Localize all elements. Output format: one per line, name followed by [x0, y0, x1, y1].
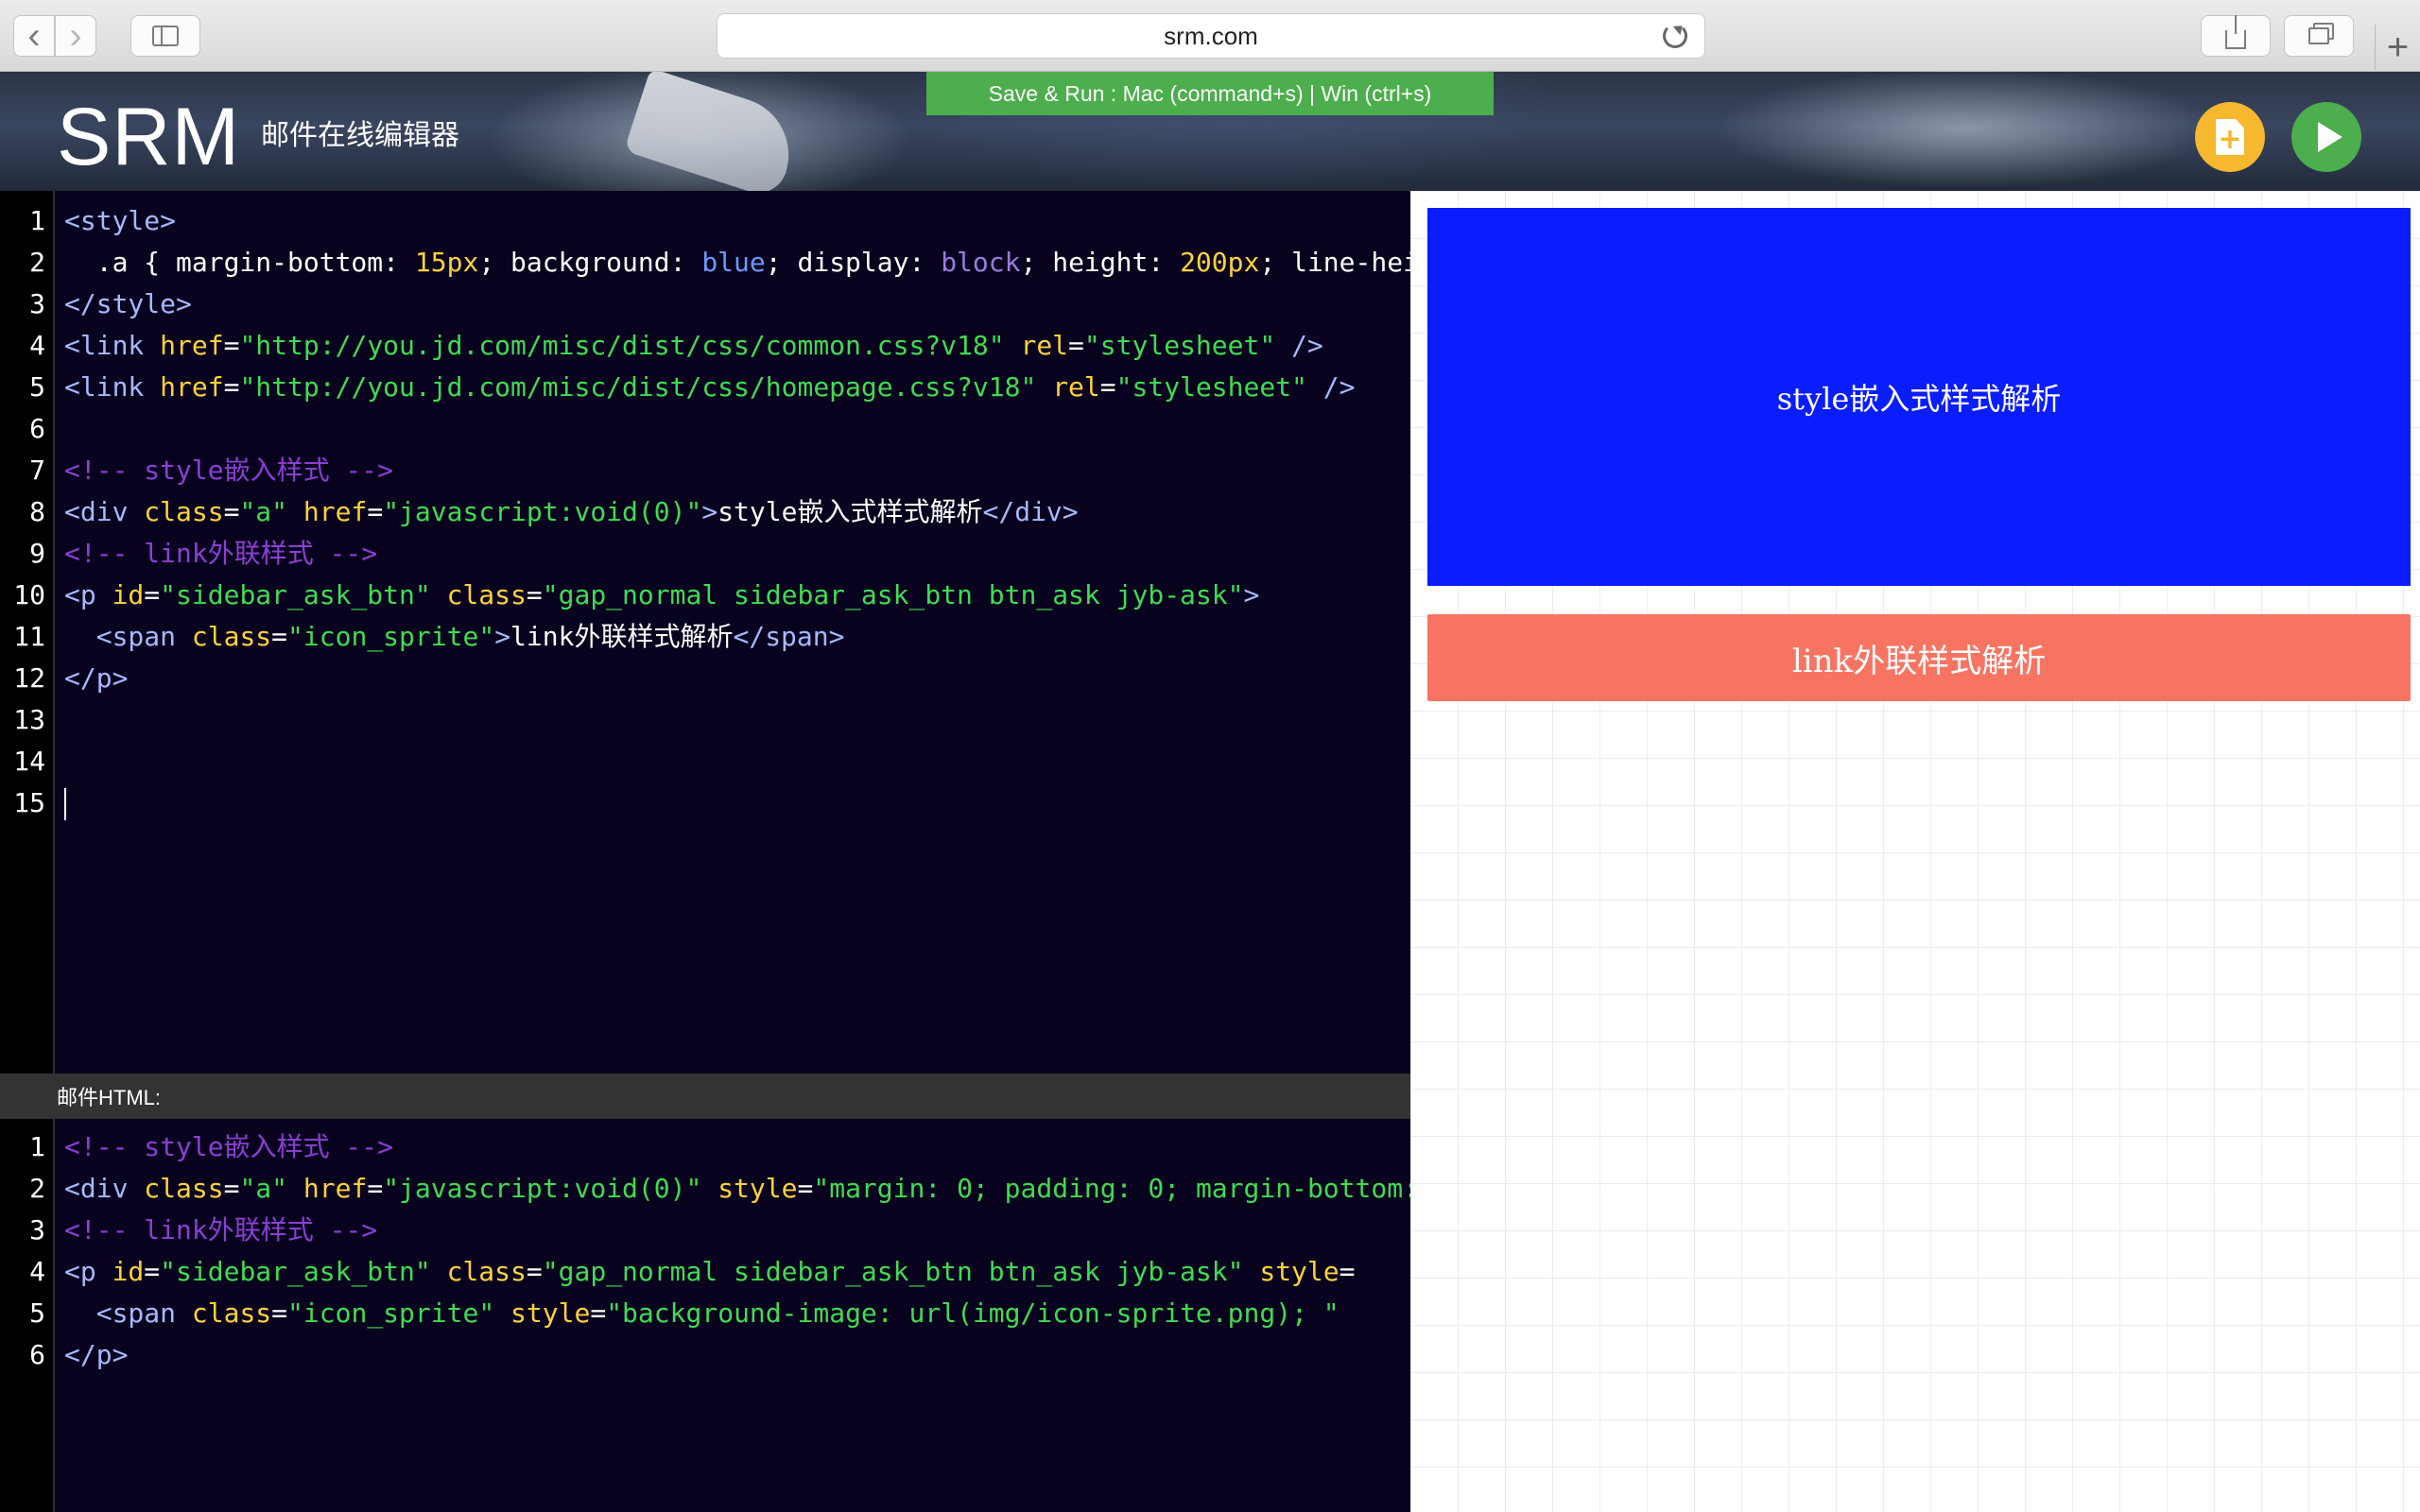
code-text: <span class="icon_sprite">link外联样式解析</sp…	[95, 621, 845, 652]
code-text: <style>	[64, 205, 177, 236]
line-number: 5	[29, 1297, 45, 1329]
address-bar[interactable]: srm.com	[717, 13, 1705, 59]
line-number: 1	[29, 205, 45, 236]
source-code-line: 12 </p>	[0, 658, 128, 699]
line-number: 2	[29, 1173, 45, 1204]
source-code-line: 8 <div class="a" href="javascript:void(0)…	[0, 491, 1079, 533]
html-code-line: 2 <div class="a" href="javascript:void(0)…	[0, 1168, 1410, 1210]
html-output-label: 邮件HTML:	[0, 1074, 1410, 1119]
source-code-editor[interactable]: 1 <style> 2 .a { margin-bottom: 15px; back…	[0, 200, 1410, 824]
line-number: 14	[13, 746, 45, 777]
plus-icon: +	[2386, 26, 2410, 68]
share-icon	[2225, 15, 2246, 49]
line-number: 4	[29, 1256, 45, 1287]
text-cursor	[64, 788, 66, 820]
tabs-overview-button[interactable]	[2284, 15, 2354, 57]
line-number: 15	[13, 787, 45, 818]
line-number: 13	[13, 704, 45, 735]
source-code-line: 11 <span class="icon_sprite">link外联样式解析<…	[0, 616, 844, 658]
browser-toolbar: ‹ › srm.com +	[0, 0, 2420, 72]
html-code-line: 3 <!-- link外联样式 -->	[0, 1210, 377, 1251]
code-text: <link href="http://you.jd.com/misc/dist/…	[64, 330, 1323, 361]
new-file-icon	[2216, 119, 2244, 155]
line-number: 2	[29, 247, 45, 278]
code-text: <p id="sidebar_ask_btn" class="gap_norma…	[64, 579, 1260, 610]
source-code-line: 10 <p id="sidebar_ask_btn" class="gap_nor…	[0, 575, 1259, 616]
app-header: SRM 邮件在线编辑器 Save & Run : Mac (command+s)…	[0, 72, 2420, 191]
html-code-line: 5 <span class="icon_sprite" style="backg…	[0, 1293, 1340, 1334]
html-code-line: 6 </p>	[0, 1334, 128, 1376]
code-text: <span class="icon_sprite" style="backgro…	[95, 1297, 1340, 1329]
html-code-line: 1 <!-- style嵌入样式 -->	[0, 1126, 393, 1168]
source-code-line: 4 <link href="http://you.jd.com/misc/dist…	[0, 325, 1323, 367]
tabs-icon	[2308, 27, 2329, 44]
chevron-left-icon: ‹	[27, 15, 41, 57]
code-text: <p id="sidebar_ask_btn" class="gap_norma…	[64, 1256, 1356, 1287]
source-code-line: 9 <!-- link外联样式 -->	[0, 533, 377, 575]
header-background-image	[623, 72, 804, 191]
html-code-line: 4 <p id="sidebar_ask_btn" class="gap_norm…	[0, 1251, 1355, 1293]
source-code-line: 1 <style>	[0, 200, 176, 242]
source-code-line: 6	[0, 408, 49, 450]
chevron-right-icon: ›	[69, 15, 82, 57]
line-number: 1	[29, 1131, 45, 1162]
editor-pane: 1 <style> 2 .a { margin-bottom: 15px; back…	[0, 191, 1410, 1512]
reload-icon[interactable]	[1663, 24, 1687, 48]
source-code-line: 3 </style>	[0, 284, 192, 325]
code-text: <div class="a" href="javascript:void(0)"…	[64, 496, 1079, 527]
line-number: 9	[29, 538, 45, 569]
new-file-button[interactable]	[2195, 102, 2265, 172]
html-output-editor[interactable]: 1 <!-- style嵌入样式 --> 2 <div class="a" href=…	[0, 1126, 1410, 1376]
app-logo: SRM	[57, 92, 241, 182]
line-number: 12	[13, 662, 45, 694]
line-number: 4	[29, 330, 45, 361]
line-number: 6	[29, 413, 45, 444]
code-text: </p>	[64, 662, 129, 694]
line-number: 8	[29, 496, 45, 527]
code-text: <!-- link外联样式 -->	[64, 1214, 378, 1246]
line-number: 6	[29, 1339, 45, 1370]
code-text: .a { margin-bottom: 15px; background: bl…	[64, 247, 1410, 278]
play-icon	[2318, 122, 2342, 152]
source-code-line: 7 <!-- style嵌入样式 -->	[0, 450, 393, 491]
source-code-line: 14	[0, 741, 49, 782]
line-number: 10	[13, 579, 45, 610]
code-text: <link href="http://you.jd.com/misc/dist/…	[64, 371, 1356, 403]
line-number: 11	[13, 621, 45, 652]
source-code-line: 15	[0, 782, 66, 824]
sidebar-icon	[152, 26, 179, 46]
share-button[interactable]	[2201, 15, 2271, 57]
preview-link-block: link外联样式解析	[1427, 614, 2411, 701]
line-number: 3	[29, 288, 45, 319]
line-number: 3	[29, 1214, 45, 1246]
sidebar-toggle-button[interactable]	[130, 15, 200, 57]
code-text: <!-- style嵌入样式 -->	[64, 1131, 394, 1162]
code-text: <div class="a" href="javascript:void(0)"…	[64, 1173, 1410, 1204]
line-number: 5	[29, 371, 45, 403]
url-text: srm.com	[1164, 21, 1258, 50]
code-text: </p>	[64, 1339, 129, 1370]
app-subtitle: 邮件在线编辑器	[261, 120, 459, 151]
source-code-line: 2 .a { margin-bottom: 15px; background: …	[0, 242, 1410, 284]
preview-pane: style嵌入式样式解析 link外联样式解析	[1410, 191, 2420, 1512]
source-code-line: 13	[0, 699, 49, 741]
code-text: </style>	[64, 288, 192, 319]
code-text: <!-- style嵌入样式 -->	[64, 455, 394, 486]
new-tab-button[interactable]: +	[2375, 25, 2420, 70]
save-run-hint: Save & Run : Mac (command+s) | Win (ctrl…	[926, 72, 1494, 115]
forward-button[interactable]: ›	[55, 15, 96, 57]
source-code-line: 5 <link href="http://you.jd.com/misc/dist…	[0, 367, 1355, 408]
preview-style-block: style嵌入式样式解析	[1427, 208, 2411, 586]
back-button[interactable]: ‹	[13, 15, 55, 57]
line-number: 7	[29, 455, 45, 486]
run-button[interactable]	[2291, 102, 2361, 172]
code-text: <!-- link外联样式 -->	[64, 538, 378, 569]
